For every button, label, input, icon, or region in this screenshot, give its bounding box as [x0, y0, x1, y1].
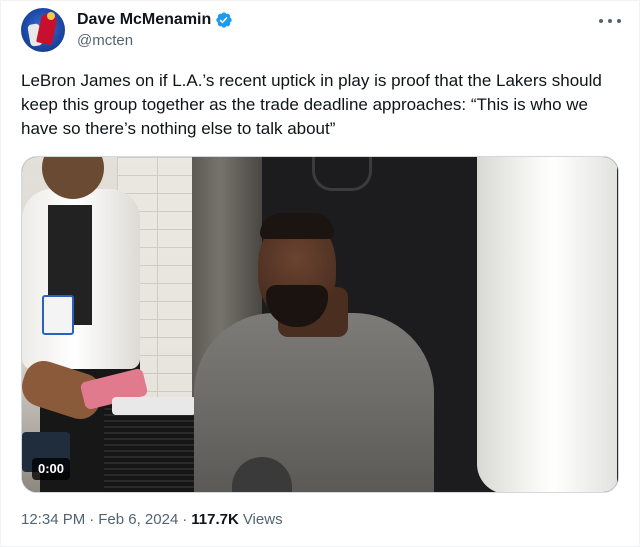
views-count: 117.7K	[191, 511, 239, 528]
more-dot	[599, 19, 603, 23]
tweet-meta: 12:34 PM · Feb 6, 2024 · 117.7K Views	[21, 511, 283, 528]
author-handle[interactable]: @mcten	[77, 32, 133, 49]
media-device-top	[112, 397, 196, 415]
media-subject-hair	[260, 213, 334, 239]
video-player[interactable]: 0:00	[21, 156, 619, 493]
video-duration-badge: 0:00	[32, 458, 71, 480]
tweet-text: LeBron James on if L.A.’s recent uptick …	[21, 71, 602, 138]
media-towel	[477, 157, 617, 492]
views-label: Views	[242, 511, 283, 528]
avatar[interactable]	[21, 8, 65, 52]
person-badge	[42, 295, 74, 335]
tweet-card: Dave McMenamin @mcten LeBron James on if…	[0, 0, 640, 547]
author-name-row: Dave McMenamin	[77, 11, 233, 29]
more-dot	[608, 19, 612, 23]
media-subject-body	[194, 313, 434, 492]
more-options-icon[interactable]	[599, 13, 621, 29]
more-dot	[617, 19, 621, 23]
tweet-time[interactable]: 12:34 PM	[21, 511, 85, 528]
media-hanger	[312, 157, 372, 191]
tweet-date[interactable]: Feb 6, 2024	[98, 511, 178, 528]
verified-badge-icon	[216, 12, 232, 28]
meta-separator: ·	[182, 511, 188, 528]
avatar-logo-ball	[47, 12, 55, 20]
meta-separator: ·	[89, 511, 95, 528]
media-device	[104, 405, 204, 492]
author-display-name[interactable]: Dave McMenamin	[77, 11, 211, 29]
